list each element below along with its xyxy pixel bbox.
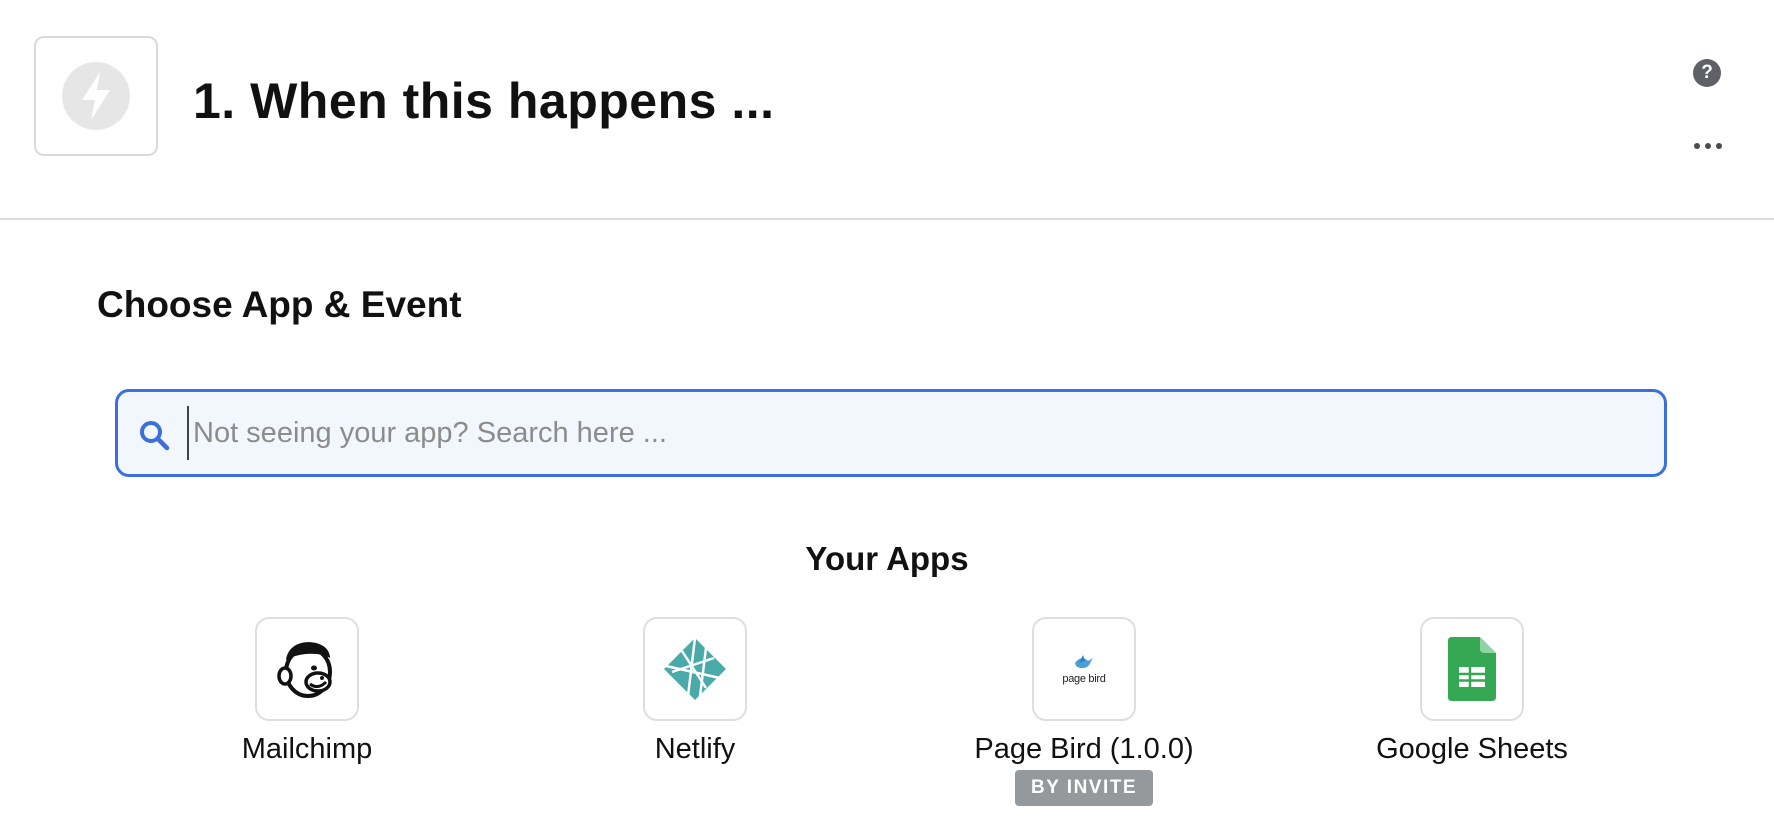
app-label: Mailchimp (241, 733, 373, 765)
step-title: 1. When this happens ... (193, 73, 775, 129)
app-label: Page Bird (1.0.0) (974, 733, 1194, 765)
netlify-logo (643, 617, 747, 721)
google-sheets-logo (1420, 617, 1524, 721)
page-bird-logo-text: page bird (1062, 673, 1106, 685)
section-title: Choose App & Event (97, 284, 462, 325)
app-item-netlify[interactable]: Netlify (545, 617, 845, 766)
app-search-input[interactable] (187, 406, 1647, 460)
page-bird-logo: page bird (1032, 617, 1136, 721)
app-item-google-sheets[interactable]: Google Sheets (1322, 617, 1622, 766)
app-item-page-bird[interactable]: page bird Page Bird (1.0.0) BY INVITE (934, 617, 1234, 806)
by-invite-badge: BY INVITE (1014, 770, 1154, 806)
bird-icon (1074, 655, 1093, 669)
ellipsis-icon[interactable] (1692, 134, 1724, 158)
your-apps-heading: Your Apps (805, 540, 969, 577)
mailchimp-logo (255, 617, 359, 721)
app-label: Google Sheets (1376, 733, 1568, 765)
search-icon (140, 421, 170, 451)
trigger-app-placeholder[interactable] (34, 36, 158, 156)
app-item-mailchimp[interactable]: Mailchimp (157, 617, 457, 766)
lightning-icon (62, 62, 130, 130)
help-icon[interactable]: ? (1693, 59, 1721, 87)
app-search-box[interactable] (115, 389, 1667, 477)
app-label: Netlify (654, 733, 736, 765)
zap-step-editor: 1. When this happens ... ? Choose App & … (0, 0, 1774, 840)
step-header: 1. When this happens ... ? (0, 0, 1774, 220)
